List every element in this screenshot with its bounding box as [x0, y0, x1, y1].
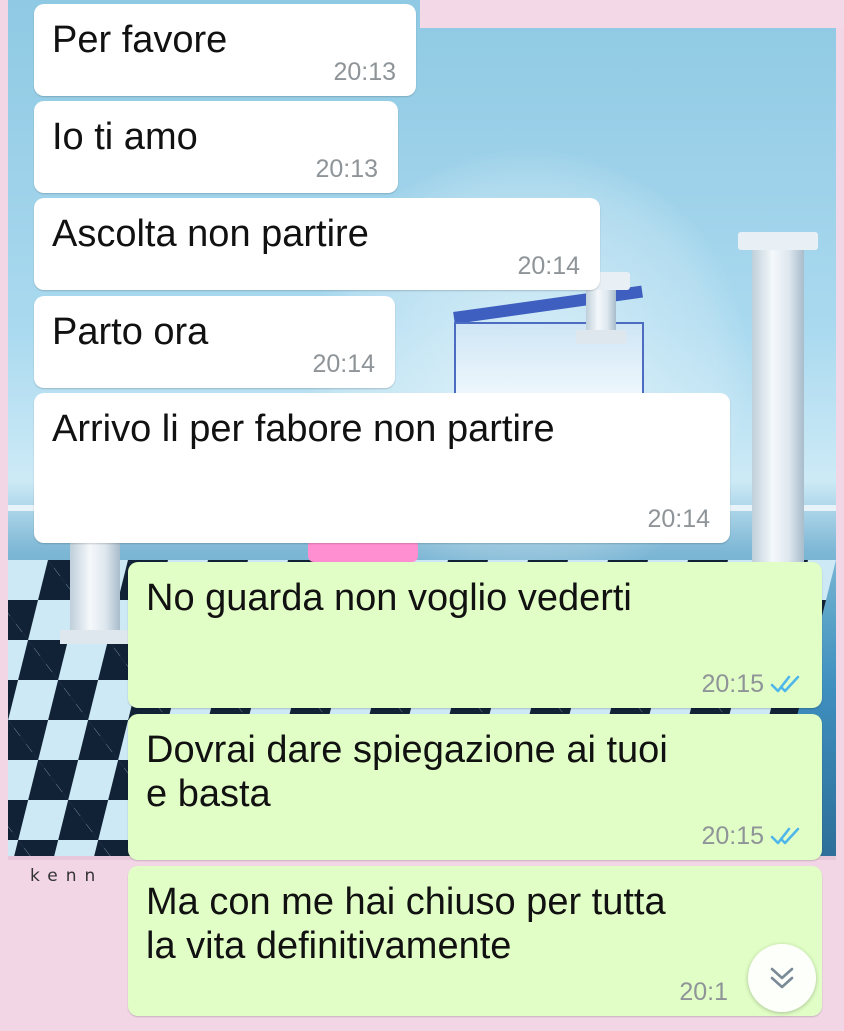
message-meta: 20:14	[312, 350, 375, 378]
message-time: 20:15	[701, 670, 764, 698]
message-meta: 20:13	[333, 58, 396, 86]
message-text: Io ti amo	[52, 116, 198, 158]
message-time: 20:13	[333, 58, 396, 86]
message-text: Parto ora	[52, 311, 209, 353]
message-time: 20:15	[701, 822, 764, 850]
message-meta: 20:15	[701, 822, 802, 850]
chevron-double-down-icon	[770, 967, 794, 989]
message-time: 20:1	[679, 978, 728, 1006]
message-time: 20:14	[517, 252, 580, 280]
message-text: Ascolta non partire	[52, 213, 369, 255]
message-list[interactable]: Per favore 20:13 Io ti amo 20:13 Ascolta…	[0, 0, 844, 1031]
message-meta: 20:14	[647, 505, 710, 533]
double-check-icon	[770, 675, 800, 693]
message-bubble-incoming[interactable]: Parto ora 20:14	[34, 296, 395, 388]
message-text: Per favore	[52, 19, 228, 61]
message-meta: 20:13	[315, 155, 378, 183]
message-text: Dovrai dare spiegazione ai tuoi e basta	[146, 729, 668, 815]
message-bubble-outgoing[interactable]: Ma con me hai chiuso per tutta la vita d…	[128, 866, 822, 1016]
message-text: Arrivo li per fabore non partire	[52, 408, 555, 450]
message-bubble-outgoing[interactable]: Dovrai dare spiegazione ai tuoi e basta …	[128, 714, 822, 860]
message-bubble-outgoing[interactable]: No guarda non voglio vederti 20:15	[128, 562, 822, 708]
scroll-to-bottom-button[interactable]	[748, 944, 816, 1012]
message-time: 20:14	[312, 350, 375, 378]
message-bubble-incoming[interactable]: Ascolta non partire 20:14	[34, 198, 600, 290]
message-time: 20:13	[315, 155, 378, 183]
message-bubble-incoming[interactable]: Per favore 20:13	[34, 4, 416, 96]
message-meta: 20:15	[701, 670, 802, 698]
message-meta: 20:14	[517, 252, 580, 280]
double-check-icon	[770, 827, 800, 845]
message-time: 20:14	[647, 505, 710, 533]
message-bubble-incoming[interactable]: Io ti amo 20:13	[34, 101, 398, 193]
message-text: Ma con me hai chiuso per tutta la vita d…	[146, 881, 666, 967]
message-bubble-incoming[interactable]: Arrivo li per fabore non partire 20:14	[34, 393, 730, 543]
message-meta: 20:1	[679, 978, 728, 1006]
message-text: No guarda non voglio vederti	[146, 577, 632, 619]
